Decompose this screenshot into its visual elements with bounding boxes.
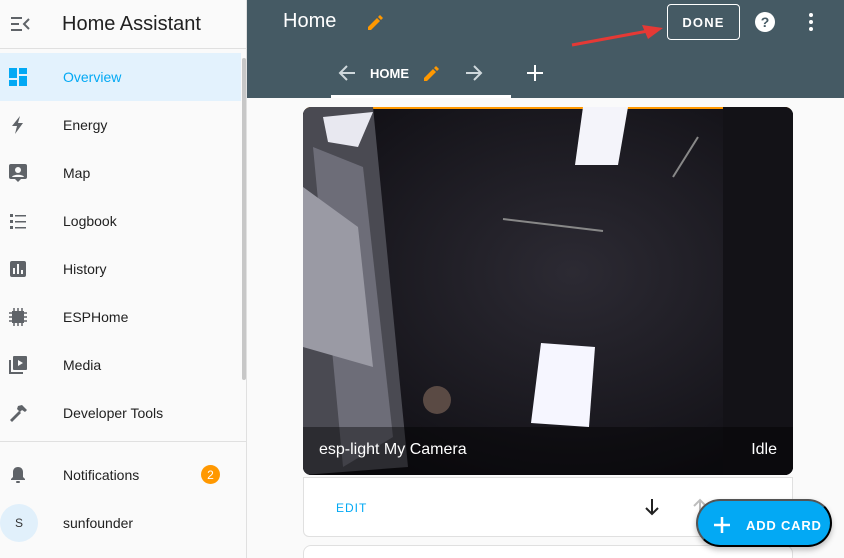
user-name: sunfounder [63, 515, 134, 531]
edit-tab-pencil-icon[interactable] [421, 63, 441, 83]
sidebar-item-developer-tools[interactable]: Developer Tools [0, 389, 241, 437]
add-card-button[interactable]: ADD CARD [696, 499, 832, 547]
sidebar-header: Home Assistant [0, 0, 246, 49]
bell-icon [7, 464, 29, 486]
sidebar-item-esphome[interactable]: ESPHome [0, 293, 241, 341]
svg-text:?: ? [761, 14, 770, 30]
annotation-arrow-icon [571, 25, 663, 47]
sidebar-item-label: History [63, 261, 107, 277]
move-tab-left-icon[interactable] [337, 63, 357, 83]
camera-state: Idle [751, 441, 777, 458]
page-title: Home [283, 10, 337, 32]
media-icon [7, 354, 29, 376]
logbook-icon [7, 210, 29, 232]
sidebar-item-label: Map [63, 165, 91, 181]
sidebar-item-history[interactable]: History [0, 245, 241, 293]
sidebar-item-media[interactable]: Media [0, 341, 241, 389]
sidebar-item-energy[interactable]: Energy [0, 101, 241, 149]
done-button[interactable]: DONE [667, 4, 740, 40]
camera-card-footer: esp-light My Camera Idle [303, 427, 793, 475]
sidebar-divider [0, 441, 246, 442]
help-icon[interactable]: ? [754, 11, 776, 33]
hammer-icon [7, 402, 29, 424]
active-tab-indicator [331, 95, 511, 98]
sidebar-item-label: ESPHome [63, 309, 129, 325]
more-vertical-icon[interactable] [803, 11, 819, 33]
edit-card-button[interactable]: EDIT [336, 501, 367, 515]
sidebar-item-label: Overview [63, 69, 122, 85]
sidebar-item-label: Notifications [63, 467, 140, 483]
sidebar-item-label: Logbook [63, 213, 117, 229]
camera-name: esp-light My Camera [319, 441, 467, 458]
camera-card[interactable]: esp-light My Camera Idle [303, 107, 793, 475]
esphome-icon [7, 306, 29, 328]
sidebar-item-label: Media [63, 357, 102, 373]
sidebar-item-overview[interactable]: Overview [0, 53, 241, 101]
camera-image [303, 107, 793, 475]
plus-icon [712, 515, 732, 535]
menu-toggle-icon[interactable] [0, 0, 38, 49]
notification-badge: 2 [201, 465, 220, 484]
sidebar-item-label: Developer Tools [63, 405, 164, 421]
app-title: Home Assistant [62, 12, 201, 35]
edit-title-pencil-icon[interactable] [365, 12, 385, 32]
move-tab-right-icon[interactable] [464, 63, 484, 83]
arrow-down-icon[interactable] [642, 497, 662, 517]
add-view-plus-icon[interactable] [525, 63, 545, 83]
tab-home[interactable]: HOME [370, 66, 409, 81]
sidebar-item-logbook[interactable]: Logbook [0, 197, 241, 245]
sidebar: Home Assistant Overview Energy Map Logbo… [0, 0, 247, 558]
top-app-bar: Home DONE ? HOME [247, 0, 844, 98]
sidebar-item-map[interactable]: Map [0, 149, 241, 197]
map-icon [7, 162, 29, 184]
overview-icon [7, 66, 29, 88]
add-card-label: ADD CARD [746, 518, 822, 533]
sidebar-scrollbar[interactable] [242, 58, 246, 380]
avatar[interactable]: S [0, 504, 38, 542]
history-icon [7, 258, 29, 280]
sidebar-item-label: Energy [63, 117, 108, 133]
energy-icon [7, 114, 29, 136]
